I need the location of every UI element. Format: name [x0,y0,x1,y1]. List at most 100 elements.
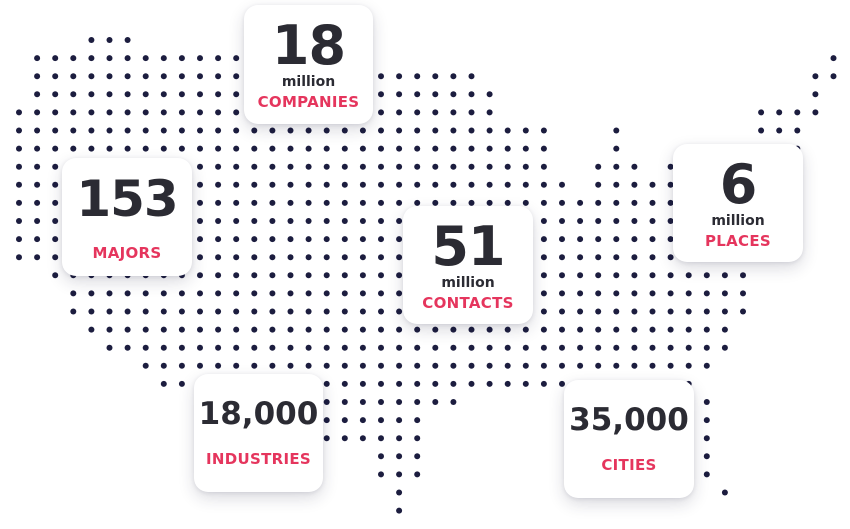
map-dot [396,73,403,80]
map-dot [396,91,403,98]
map-dot [233,199,240,206]
map-dot [197,127,203,134]
map-dot [52,127,59,134]
map-dot [414,399,421,405]
map-dot [323,399,330,405]
map-dot [540,308,547,315]
map-dot [559,218,565,224]
map-dot [323,326,330,333]
map-dot [251,145,258,152]
map-dot [323,199,330,206]
map-dot [197,290,203,297]
map-dot [323,254,330,261]
map-dot [269,362,276,369]
map-dot [504,127,511,134]
map-dot [16,218,22,224]
map-dot [269,163,276,170]
map-dot [251,199,258,206]
map-dot [378,127,384,134]
map-dot [359,308,366,315]
map-dot [359,344,366,351]
map-dot [396,435,403,442]
stat-label: CITIES [601,456,657,474]
map-dot [378,399,384,405]
map-dot [776,109,783,116]
map-dot [559,199,565,206]
map-dot [631,254,638,261]
map-dot [432,163,439,170]
map-dot [396,326,403,333]
map-dot [233,109,240,116]
map-dot [522,362,529,369]
map-dot [450,326,457,333]
map-dot [486,344,493,351]
map-dot [106,73,113,80]
map-dot [52,109,59,116]
map-dot [522,145,529,152]
map-dot [341,417,348,424]
map-dot [215,272,222,279]
map-dot [124,344,131,351]
map-dot [233,326,240,333]
map-dot [178,91,185,98]
map-dot [88,37,95,43]
map-dot [468,109,475,116]
map-dot [215,344,222,351]
map-dot [559,326,565,333]
map-dot [323,181,330,188]
map-dot [685,326,692,333]
map-dot [649,326,656,333]
map-dot [414,326,421,333]
map-dot [378,471,384,478]
map-dot [34,145,41,152]
map-dot [106,91,113,98]
map-dot [613,181,620,188]
map-dot [323,236,330,243]
map-dot [540,163,547,170]
map-dot [396,399,403,405]
map-dot [70,91,77,98]
map-dot [323,362,330,369]
map-dot [124,145,131,152]
map-dot [540,380,547,387]
map-dot [341,272,348,279]
map-dot [233,236,240,243]
map-dot [215,254,222,261]
stat-unit: million [441,274,495,291]
map-dot [703,344,710,351]
map-dot [450,127,457,134]
map-dot [323,127,330,134]
map-dot [468,181,475,188]
map-dot [34,218,41,224]
map-dot [559,181,565,188]
map-dot [540,344,547,351]
map-dot [577,308,584,315]
map-dot [812,91,819,98]
map-dot [215,308,222,315]
map-dot [378,163,384,170]
map-dot [215,362,222,369]
map-dot [341,326,348,333]
map-dot [432,73,439,80]
map-dot [414,471,421,478]
map-dot [106,344,113,351]
stat-label: INDUSTRIES [206,450,311,468]
map-dot [794,127,801,134]
map-dot [269,236,276,243]
map-dot [233,127,240,134]
map-dot [432,91,439,98]
map-dot [359,199,366,206]
map-dot [341,344,348,351]
map-dot [432,326,439,333]
map-dot [251,181,258,188]
map-dot [378,417,384,424]
map-dot [160,145,167,152]
map-dot [378,109,384,116]
map-dot [88,109,95,116]
map-dot [215,109,222,116]
map-dot [631,218,638,224]
map-dot [667,272,674,279]
map-dot [577,362,584,369]
map-dot [468,199,475,206]
map-dot [450,344,457,351]
